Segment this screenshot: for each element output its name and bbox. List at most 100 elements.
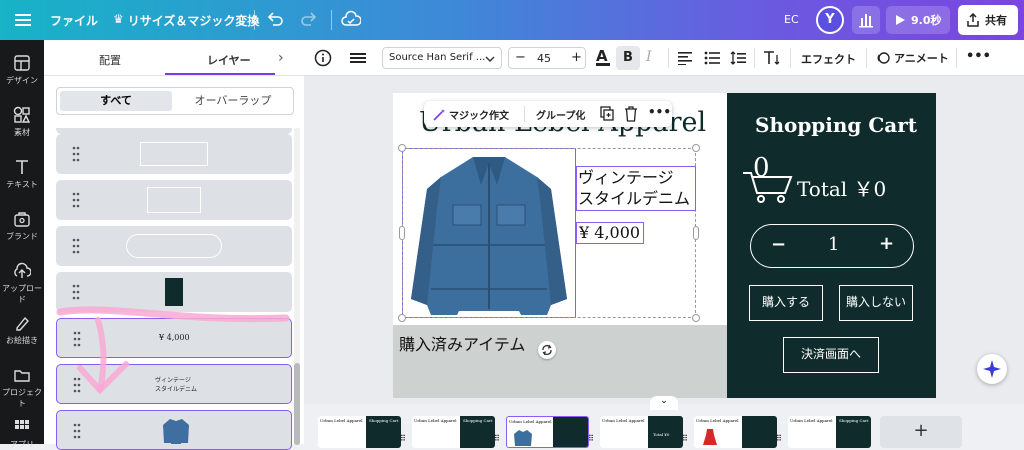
purchased-items-area: 購入済みアイテム xyxy=(393,325,727,398)
selection-handle[interactable] xyxy=(399,226,405,240)
rail-item-apps[interactable]: アプリ xyxy=(0,418,44,450)
selection-handle[interactable] xyxy=(398,314,406,322)
align-button[interactable] xyxy=(678,51,694,68)
effects-button[interactable]: エフェクト xyxy=(801,51,856,67)
font-size-increase[interactable]: + xyxy=(571,50,582,65)
text-color-icon: A xyxy=(596,47,608,65)
text-color-button[interactable]: A xyxy=(596,47,610,66)
page-thumbnail[interactable]: Urban Lebel Apparel xyxy=(694,416,777,448)
apps-icon xyxy=(15,420,29,429)
rail-item-text[interactable]: テキスト xyxy=(0,158,44,190)
animate-button[interactable]: アニメート xyxy=(876,50,949,66)
drag-handle-icon[interactable] xyxy=(72,146,80,162)
delete-button[interactable] xyxy=(624,106,638,125)
thumbnail-jacket xyxy=(514,430,532,446)
rail-item-uploads[interactable]: アップロード xyxy=(0,262,44,305)
tab-arrange[interactable]: 配置 xyxy=(99,52,121,68)
filter-all-button[interactable]: すべて xyxy=(60,91,172,111)
spacing-button[interactable] xyxy=(730,50,746,69)
collapse-pages-button[interactable]: ⌄ xyxy=(650,396,678,410)
quantity-increase-button[interactable]: + xyxy=(879,233,894,254)
left-rail: デザイン 素材 テキスト ブランド アップロード お絵描き プロジェクト アプリ xyxy=(0,40,44,449)
bold-button[interactable]: B xyxy=(616,46,640,70)
layer-item[interactable] xyxy=(56,180,292,220)
no-buy-button[interactable]: 購入しない xyxy=(839,285,913,321)
redo-button[interactable] xyxy=(300,9,318,30)
rail-item-elements[interactable]: 素材 xyxy=(0,106,44,138)
info-button[interactable] xyxy=(314,49,332,70)
page-thumbnail-current[interactable]: Urban Lebel Apparel xyxy=(506,416,589,448)
resize-menu[interactable]: ♛ リサイズ＆マジック変換 xyxy=(113,12,259,29)
selection-handle[interactable] xyxy=(693,226,699,240)
tab-layers[interactable]: レイヤー xyxy=(207,52,251,68)
drag-handle-icon[interactable] xyxy=(72,192,80,208)
undo-button[interactable] xyxy=(266,9,284,30)
filter-overlap-button[interactable]: オーバーラップ xyxy=(177,91,289,111)
rail-item-design[interactable]: デザイン xyxy=(0,54,44,86)
product-name[interactable]: ヴィンテージ スタイルデニム xyxy=(576,166,696,211)
position-button[interactable] xyxy=(350,51,366,68)
page-drag-handle[interactable]: ⠿ xyxy=(682,434,688,443)
divider xyxy=(754,48,755,68)
divider xyxy=(254,10,255,30)
tab-scroll-right[interactable]: › xyxy=(278,50,284,66)
share-button[interactable]: 共有 xyxy=(958,5,1018,35)
insights-button[interactable] xyxy=(852,6,880,34)
avatar[interactable]: Y xyxy=(816,6,844,34)
drag-handle-icon[interactable] xyxy=(72,238,80,254)
layer-item-jacket-image[interactable] xyxy=(56,410,292,450)
page-drag-handle[interactable]: ⠿ xyxy=(588,434,594,443)
more-options-button[interactable]: ••• xyxy=(966,49,991,64)
product-price[interactable]: ¥ 4,000 xyxy=(576,222,644,244)
file-menu[interactable]: ファイル xyxy=(50,12,98,29)
page-drag-handle[interactable]: ⠿ xyxy=(776,434,782,443)
divider xyxy=(956,48,957,68)
group-button[interactable]: グループ化 xyxy=(536,107,585,122)
page-thumbnail[interactable]: Urban Lebel Apparel Shopping Cart xyxy=(318,416,401,448)
selection-handle[interactable] xyxy=(398,144,406,152)
magic-assistant-button[interactable] xyxy=(977,354,1007,384)
purchased-items-heading[interactable]: 購入済みアイテム xyxy=(399,331,525,355)
drag-handle-icon[interactable] xyxy=(73,423,81,439)
line-spacing-icon xyxy=(730,51,746,65)
page-drag-handle[interactable]: ⠿ xyxy=(494,434,500,443)
tabs-bottom-border xyxy=(44,75,304,76)
play-button[interactable]: 9.0秒 xyxy=(886,6,950,34)
page-thumbnail[interactable]: Urban Lebel Apparel Total ¥0 xyxy=(600,416,683,448)
selection-handle[interactable] xyxy=(692,314,700,322)
rail-item-draw[interactable]: お絵描き xyxy=(0,314,44,346)
menu-button[interactable] xyxy=(10,6,36,34)
buy-button[interactable]: 購入する xyxy=(749,285,823,321)
redo-icon xyxy=(301,12,317,26)
italic-button[interactable]: I xyxy=(646,49,652,65)
divider xyxy=(524,106,525,122)
quantity-decrease-button[interactable]: − xyxy=(771,234,786,255)
font-family-select[interactable]: Source Han Serif ... xyxy=(382,47,502,69)
layer-item[interactable] xyxy=(56,226,292,266)
font-size-decrease[interactable]: − xyxy=(515,50,526,65)
page-thumbnail[interactable]: Urban Lebel Apparel Shopping Cart xyxy=(788,416,871,448)
cart-title[interactable]: Shopping Cart xyxy=(755,113,917,137)
rotate-button[interactable] xyxy=(538,341,556,359)
duplicate-button[interactable] xyxy=(600,106,614,125)
more-button[interactable]: ••• xyxy=(648,105,671,119)
page-thumbnail[interactable]: Urban Lebel Apparel Shopping Cart xyxy=(412,416,495,448)
selection-handle[interactable] xyxy=(692,144,700,152)
font-size-value[interactable]: 45 xyxy=(537,52,551,65)
scrollbar-thumb[interactable] xyxy=(294,363,300,445)
vertical-text-button[interactable] xyxy=(762,49,780,70)
align-left-icon xyxy=(678,52,692,66)
design-page[interactable]: Urban Lebel Apparel ヴィンテージ スタイルデニム ¥ 4,0… xyxy=(393,93,936,398)
rail-item-projects[interactable]: プロジェクト xyxy=(0,366,44,409)
layer-item[interactable] xyxy=(56,134,292,174)
ec-label[interactable]: EC xyxy=(784,13,799,26)
page-drag-handle[interactable]: ⠿ xyxy=(400,434,406,443)
list-button[interactable] xyxy=(704,51,720,68)
panel-scrollbar[interactable] xyxy=(294,128,300,445)
rail-item-brand[interactable]: ブランド xyxy=(0,210,44,242)
rotate-icon xyxy=(542,344,552,356)
save-status-button[interactable] xyxy=(341,10,362,31)
magic-write-button[interactable]: マジック作文 xyxy=(432,107,509,122)
add-page-button[interactable]: + xyxy=(880,416,962,448)
checkout-button[interactable]: 決済画面へ xyxy=(783,337,879,373)
